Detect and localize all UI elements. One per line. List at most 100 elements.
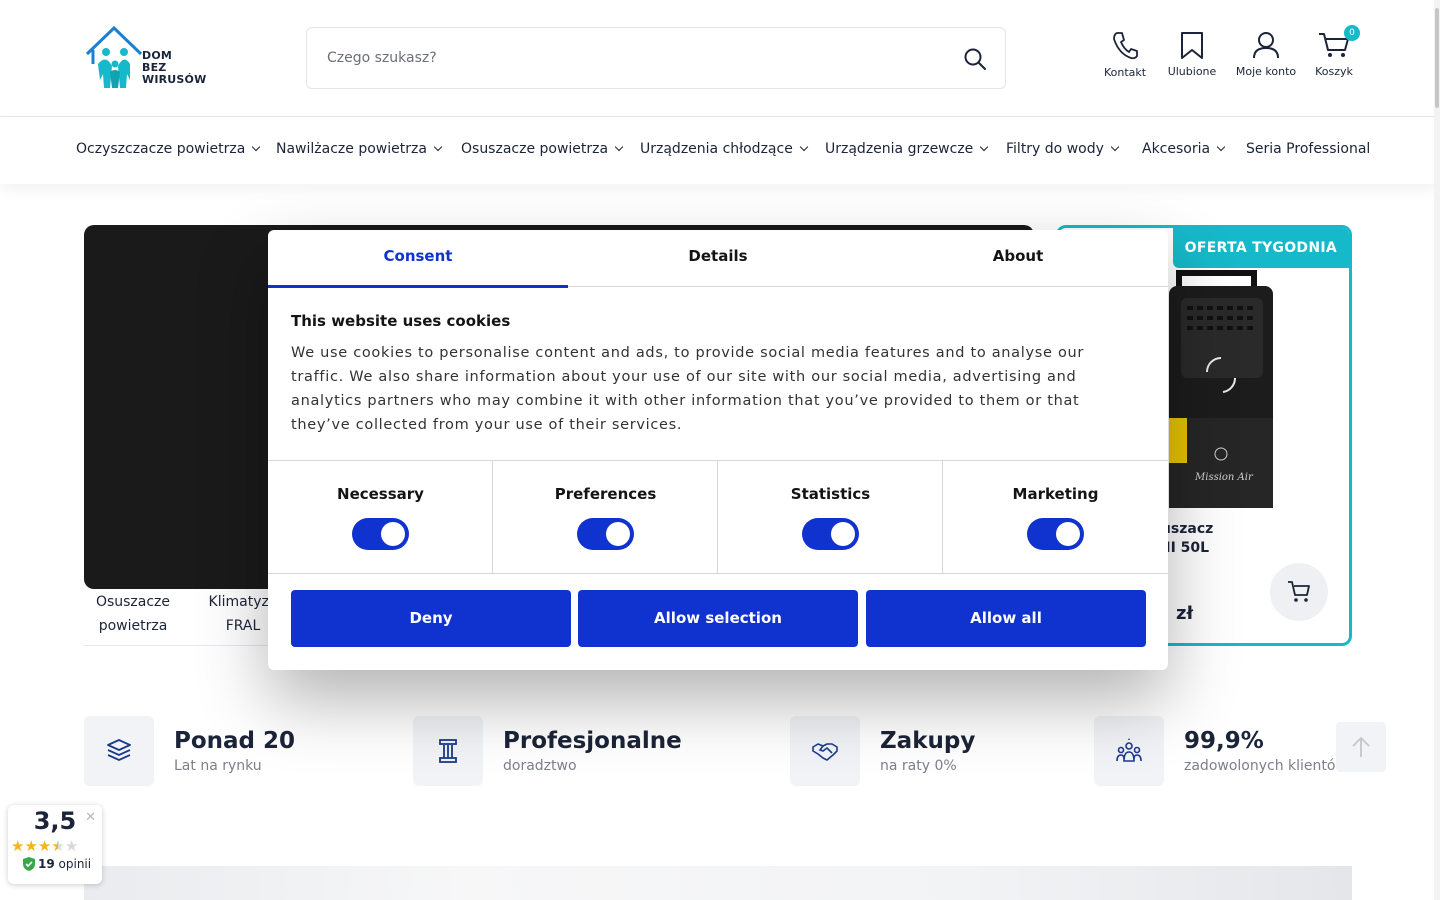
nav-label: Oczyszczacze powietrza: [76, 141, 246, 157]
page: DOM BEZ WIRUSÓW Kontakt Ulubione: [0, 0, 1440, 900]
nav-label: Seria Professional: [1246, 141, 1371, 157]
logo[interactable]: DOM BEZ WIRUSÓW: [84, 24, 214, 94]
dehumidifier-product-image[interactable]: Mission Air: [1159, 268, 1274, 508]
allow-all-button[interactable]: Allow all: [866, 590, 1146, 647]
feature-years: Ponad 20 Lat na rynku: [84, 716, 364, 786]
feature-icon-box: [413, 716, 483, 786]
rating-stars: ★★★★★: [11, 837, 101, 855]
rating-count: 19 opinii: [22, 856, 91, 872]
cookie-categories: Necessary Preferences Statistics Marketi…: [268, 460, 1168, 574]
star-icon: ★: [37, 837, 52, 855]
hero-tab-dehumidifiers[interactable]: Osuszacze powietrza: [84, 590, 182, 638]
feature-icon-box: [84, 716, 154, 786]
account-label: Moje konto: [1235, 65, 1297, 78]
handshake-icon: [812, 743, 838, 761]
chevron-down-icon: [252, 142, 261, 152]
feature-icon-box: [790, 716, 860, 786]
scroll-to-top-button[interactable]: [1336, 722, 1386, 772]
cookie-title: This website uses cookies: [291, 312, 511, 330]
rating-count-number: 19: [38, 857, 55, 871]
shield-check-icon: [23, 857, 35, 871]
nav-label: Nawilżacze powietrza: [276, 141, 427, 157]
category-label: Necessary: [337, 485, 424, 503]
nav-label: Osuszacze powietrza: [461, 141, 609, 157]
feature-title: Profesjonalne: [503, 728, 682, 754]
hero-tab-label: FRAL: [225, 618, 261, 634]
category-marketing: Marketing: [943, 461, 1168, 573]
hero-tab-label: powietrza: [98, 618, 168, 634]
category-label: Marketing: [1012, 485, 1099, 503]
people-icon: [1116, 738, 1142, 762]
chevron-down-icon: [1216, 142, 1226, 152]
nav-item-accessories[interactable]: Akcesoria: [1142, 141, 1226, 157]
offer-price: zł: [1176, 603, 1194, 624]
nav-item-water-filters[interactable]: Filtry do wody: [1006, 141, 1120, 157]
account-link[interactable]: Moje konto: [1235, 31, 1297, 78]
chevron-down-icon: [980, 142, 989, 152]
nav-label: Urządzenia grzewcze: [825, 141, 974, 157]
search-icon[interactable]: [963, 47, 987, 71]
cookie-description: We use cookies to personalise content an…: [291, 345, 1085, 433]
nav-item-humidifiers[interactable]: Nawilżacze powietrza: [276, 141, 443, 157]
cart-count-badge: 0: [1344, 25, 1360, 41]
site-header: DOM BEZ WIRUSÓW Kontakt Ulubione: [0, 0, 1440, 117]
bookmark-icon: [1181, 32, 1203, 59]
feature-title: Zakupy: [880, 728, 976, 754]
preferences-toggle[interactable]: [577, 518, 634, 550]
cart-icon: [1288, 581, 1310, 602]
cart-label: Koszyk: [1315, 65, 1353, 78]
search-box: [306, 27, 1006, 89]
phone-icon: [1113, 32, 1138, 60]
feature-subtitle: na raty 0%: [880, 758, 957, 774]
deny-button[interactable]: Deny: [291, 590, 571, 647]
feature-title: 99,9%: [1184, 728, 1264, 754]
necessary-toggle[interactable]: [352, 518, 409, 550]
star-icon: ★: [11, 837, 25, 855]
tab-details[interactable]: Details: [568, 230, 868, 287]
allow-selection-button[interactable]: Allow selection: [578, 590, 858, 647]
category-label: Statistics: [790, 485, 871, 503]
add-to-cart-button[interactable]: [1270, 563, 1328, 621]
feature-advice: Profesjonalne doradztwo: [413, 716, 713, 786]
tab-about[interactable]: About: [868, 230, 1168, 287]
feature-icon-box: [1094, 716, 1164, 786]
nav-label: Filtry do wody: [1006, 141, 1104, 157]
nav-item-air-purifiers[interactable]: Oczyszczacze powietrza: [76, 141, 261, 157]
feature-satisfaction: 99,9% zadowolonych klientó: [1094, 716, 1336, 786]
nav-item-professional[interactable]: Seria Professional: [1246, 141, 1370, 157]
statistics-toggle[interactable]: [802, 518, 859, 550]
nav-item-cooling[interactable]: Urządzenia chłodzące: [640, 141, 809, 157]
feature-subtitle: doradztwo: [503, 758, 577, 774]
favorites-link[interactable]: Ulubione: [1167, 31, 1217, 78]
contact-label: Kontakt: [1104, 66, 1147, 79]
tab-consent[interactable]: Consent: [268, 230, 568, 288]
chevron-down-icon: [433, 142, 443, 152]
category-statistics: Statistics: [718, 461, 943, 573]
nav-item-dehumidifiers[interactable]: Osuszacze powietrza: [461, 141, 624, 157]
contact-link[interactable]: Kontakt: [1104, 30, 1146, 79]
rating-widget[interactable]: 3,5 ✕ ★★★★★ 19 opinii: [8, 805, 102, 884]
chevron-down-icon: [1110, 142, 1120, 152]
chevron-down-icon: [799, 142, 809, 152]
cookie-tabs: Consent Details About: [268, 230, 1168, 288]
nav-item-heating[interactable]: Urządzenia grzewcze: [825, 141, 989, 157]
half-star-icon: ★: [51, 837, 65, 855]
search-input[interactable]: [307, 28, 947, 88]
cart-link[interactable]: 0 Koszyk: [1314, 25, 1360, 78]
close-icon[interactable]: ✕: [85, 810, 96, 825]
arrow-up-icon: [1352, 736, 1370, 757]
hero-tab-label: Osuszacze: [95, 594, 171, 610]
weekly-offer-tag: OFERTA TYGODNIA: [1172, 228, 1349, 268]
marketing-toggle[interactable]: [1027, 518, 1084, 550]
category-necessary: Necessary: [268, 461, 493, 573]
feature-installments: Zakupy na raty 0%: [790, 716, 1050, 786]
favorites-label: Ulubione: [1167, 65, 1217, 78]
scrollbar-thumb[interactable]: [1435, 8, 1439, 108]
category-preferences: Preferences: [493, 461, 718, 573]
house-family-icon: [85, 25, 143, 88]
logo-text: DOM BEZ WIRUSÓW: [142, 49, 207, 86]
star-icon: ★: [24, 837, 38, 855]
feature-subtitle: zadowolonych klientó: [1184, 758, 1336, 774]
page-scrollbar[interactable]: [1434, 0, 1440, 900]
chevron-down-icon: [614, 142, 624, 152]
